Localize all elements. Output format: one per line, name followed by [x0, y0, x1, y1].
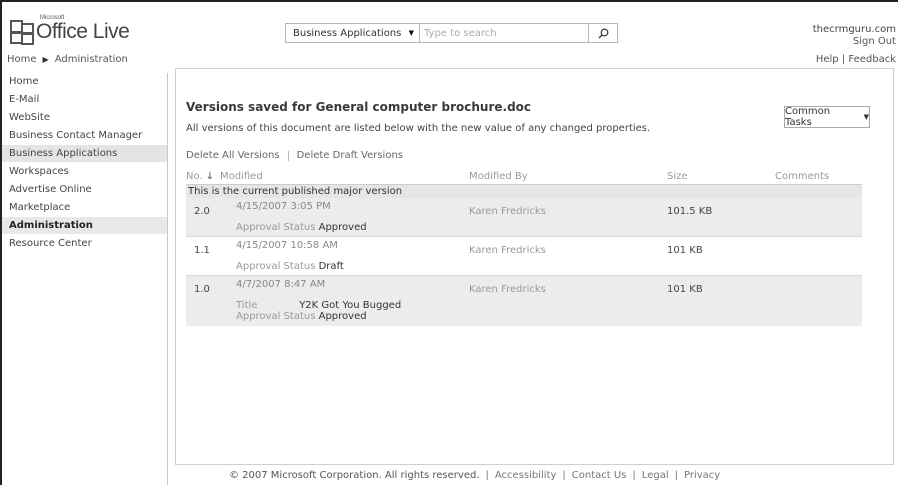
version-size: 101 KB — [667, 284, 703, 295]
sidebar-item-business-contact-manager[interactable]: Business Contact Manager — [2, 127, 167, 145]
version-modified-link[interactable]: 4/15/2007 3:05 PM — [236, 201, 331, 212]
page-footer: © 2007 Microsoft Corporation. All rights… — [229, 470, 720, 481]
user-area: thecrmguru.com Sign Out Help | Feedback — [813, 24, 896, 66]
search-input[interactable]: Type to search — [420, 24, 588, 42]
version-modified-by[interactable]: Karen Fredricks — [469, 245, 546, 256]
versions-table: No. ↓ Modified Modified By Size Comments… — [186, 168, 862, 326]
copyright-text: © 2007 Microsoft Corporation. All rights… — [229, 470, 480, 481]
sidebar-item-advertise-online[interactable]: Advertise Online — [2, 181, 167, 199]
action-divider — [287, 150, 289, 161]
dropdown-arrow-icon: ▼ — [408, 29, 414, 37]
column-header-modified[interactable]: Modified — [220, 171, 263, 182]
breadcrumb-administration[interactable]: Administration — [55, 54, 128, 65]
contact-us-link[interactable]: Contact Us — [572, 470, 627, 481]
sidebar-item-home[interactable]: Home — [2, 73, 167, 91]
sort-arrow-icon: ↓ — [205, 171, 215, 182]
main-content: Versions saved for General computer broc… — [175, 68, 894, 465]
search-scope-label: Business Applications — [293, 27, 402, 39]
breadcrumb-arrow-icon: ▶ — [42, 55, 49, 64]
table-row: 1.0 4/7/2007 8:47 AM Karen Fredricks 101… — [186, 276, 862, 326]
search-icon — [597, 28, 608, 39]
version-property: Approval Status Approved — [236, 222, 367, 233]
column-header-size[interactable]: Size — [667, 171, 688, 182]
office-logo-icon — [10, 20, 34, 45]
sidebar-item-marketplace[interactable]: Marketplace — [2, 199, 167, 217]
version-property: Approval Status Approved — [236, 311, 367, 322]
page-title: Versions saved for General computer broc… — [186, 100, 532, 114]
office-live-logo[interactable]: Microsoft Office Live — [10, 15, 130, 45]
group-header-row: This is the current published major vers… — [186, 184, 862, 198]
footer-divider: | — [674, 470, 678, 481]
footer-divider: | — [632, 470, 636, 481]
version-modified-link[interactable]: 4/15/2007 10:58 AM — [236, 240, 338, 251]
sidebar-item-business-applications[interactable]: Business Applications — [2, 145, 167, 163]
feedback-link[interactable]: Feedback — [848, 54, 896, 65]
dropdown-arrow-icon: ▼ — [863, 113, 869, 121]
version-number: 2.0 — [194, 206, 210, 217]
accessibility-link[interactable]: Accessibility — [495, 470, 557, 481]
help-link[interactable]: Help — [816, 54, 839, 65]
version-number: 1.0 — [194, 284, 210, 295]
sidebar-item-administration[interactable]: Administration — [2, 217, 167, 235]
table-header: No. ↓ Modified Modified By Size Comments — [186, 168, 862, 184]
common-tasks-label: Common Tasks — [785, 106, 831, 128]
column-header-no[interactable]: No. ↓ — [186, 171, 214, 182]
legal-link[interactable]: Legal — [642, 470, 669, 481]
search-button[interactable] — [588, 24, 617, 42]
delete-draft-versions-link[interactable]: Delete Draft Versions — [297, 150, 403, 161]
breadcrumb: Home ▶ Administration — [7, 54, 128, 65]
search-scope-select[interactable]: Business Applications ▼ — [286, 24, 420, 42]
common-tasks-button[interactable]: Common Tasks ▼ — [784, 106, 870, 128]
column-header-modified-by[interactable]: Modified By — [469, 171, 528, 182]
delete-all-versions-link[interactable]: Delete All Versions — [186, 150, 280, 161]
version-size: 101.5 KB — [667, 206, 713, 217]
version-modified-by[interactable]: Karen Fredricks — [469, 206, 546, 217]
version-modified-by[interactable]: Karen Fredricks — [469, 284, 546, 295]
column-header-comments[interactable]: Comments — [775, 171, 829, 182]
version-property: Title Y2K Got You Bugged — [236, 300, 402, 311]
account-domain: thecrmguru.com — [812, 24, 896, 35]
page-header: Microsoft Office Live Home ▶ Administrat… — [2, 2, 898, 72]
sidebar-item-workspaces[interactable]: Workspaces — [2, 163, 167, 181]
version-number: 1.1 — [194, 245, 210, 256]
sign-out-link[interactable]: Sign Out — [813, 36, 896, 48]
sidebar-item-website[interactable]: WebSite — [2, 109, 167, 127]
version-actions: Delete All Versions Delete Draft Version… — [186, 150, 403, 161]
logo-microsoft-text: Microsoft — [40, 15, 65, 21]
footer-divider: | — [562, 470, 566, 481]
version-modified-link[interactable]: 4/7/2007 8:47 AM — [236, 279, 325, 290]
version-size: 101 KB — [667, 245, 703, 256]
search-bar: Business Applications ▼ Type to search — [285, 23, 618, 43]
logo-text: Office Live — [36, 20, 130, 43]
version-property: Approval Status Draft — [236, 261, 344, 272]
sidebar-nav: Home E-Mail WebSite Business Contact Man… — [2, 73, 168, 485]
table-row: 2.0 4/15/2007 3:05 PM Karen Fredricks 10… — [186, 198, 862, 237]
page-description: All versions of this document are listed… — [186, 123, 651, 134]
breadcrumb-home[interactable]: Home — [7, 54, 37, 65]
footer-divider: | — [485, 470, 489, 481]
privacy-link[interactable]: Privacy — [684, 470, 720, 481]
sidebar-item-email[interactable]: E-Mail — [2, 91, 167, 109]
sidebar-item-resource-center[interactable]: Resource Center — [2, 235, 167, 253]
table-row: 1.1 4/15/2007 10:58 AM Karen Fredricks 1… — [186, 237, 862, 276]
